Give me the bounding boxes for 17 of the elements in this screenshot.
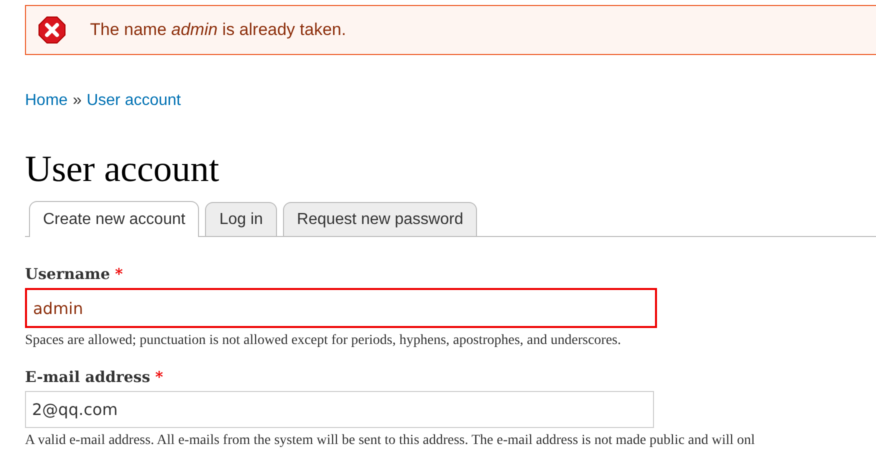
required-mark: * <box>155 368 164 386</box>
breadcrumb-separator: » <box>72 92 82 110</box>
text-field[interactable]: 2@qq.com <box>25 391 654 428</box>
text-field[interactable]: admin <box>25 288 657 328</box>
tab[interactable]: Request new password <box>282 202 478 236</box>
message-text: The name admin is already taken. <box>90 20 346 40</box>
field-label: Username <box>25 265 110 283</box>
tab[interactable]: Create new account <box>29 201 200 237</box>
field-description: A valid e-mail address. All e-mails from the system will be sent to this address. The e-mail address is not made public and will onl <box>25 433 756 449</box>
field-description: Spaces are allowed; punctuation is not allowed except for periods, hyphens, apostrophes, and underscores. <box>25 333 622 349</box>
page-title: User account <box>25 150 220 190</box>
tab[interactable]: Log in <box>205 202 277 236</box>
field-label: E-mail address <box>25 368 150 386</box>
breadcrumb-link[interactable]: Home <box>25 92 68 110</box>
breadcrumb-link[interactable]: User account <box>86 92 181 110</box>
required-mark: * <box>115 265 123 283</box>
error-icon <box>38 16 66 44</box>
